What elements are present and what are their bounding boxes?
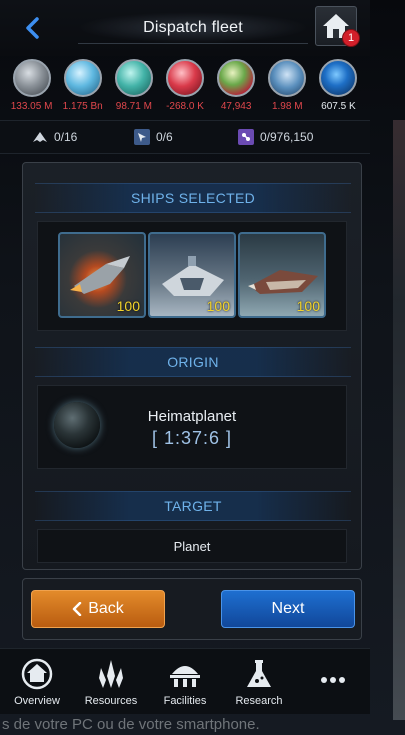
target-box[interactable]: Planet: [37, 529, 347, 563]
next-button[interactable]: Next: [221, 590, 355, 628]
fleet-counters: 0/16 0/6 0/976,150: [0, 120, 370, 154]
origin-coordinates: [ 1:37:6 ]: [151, 428, 233, 448]
resource-value: 98.71 M: [115, 101, 152, 112]
resource-value: -268.0 K: [166, 101, 204, 112]
resource-value: 47,943: [220, 101, 252, 112]
page-title-bar: Dispatch fleet: [78, 12, 308, 44]
resource-value: 1.98 M: [271, 101, 303, 112]
fleet-slots: 0/16: [32, 129, 77, 145]
ship-card[interactable]: 100: [58, 232, 146, 318]
ship-card[interactable]: 100: [238, 232, 326, 318]
nav-item-more[interactable]: [298, 663, 368, 701]
origin-header: ORIGIN: [35, 347, 351, 377]
chevron-left-icon: [72, 602, 82, 616]
cargo-capacity: 0/976,150: [238, 129, 313, 145]
nav-item-research[interactable]: Research: [224, 657, 294, 707]
cargo-value: 0/976,150: [260, 130, 314, 144]
metal-icon: [12, 59, 51, 97]
cargo-icon: [238, 129, 254, 145]
bottom-navigation: Overview Resources Facilities Research: [0, 648, 370, 714]
background-page-text: s de votre PC ou de votre smartphone.: [2, 716, 260, 733]
ship-quantity: 100: [296, 298, 320, 314]
background-strip: [393, 120, 405, 720]
origin-box[interactable]: Heimatplanet [ 1:37:6 ]: [37, 385, 347, 469]
next-button-label: Next: [271, 600, 305, 617]
more-icon: [316, 663, 350, 697]
resources-crystal-icon: [94, 657, 128, 691]
resource-dark-matter[interactable]: 607.5 K: [315, 56, 361, 118]
origin-planet-name: Heimatplanet: [147, 408, 237, 425]
ship-card[interactable]: 100: [148, 232, 236, 318]
resource-value: 133.05 M: [10, 101, 53, 112]
resource-metal[interactable]: 133.05 M: [9, 56, 55, 118]
ship-list: 100 100 100: [38, 222, 346, 328]
resource-bar: 133.05 M 1.175 Bn 98.71 M -268.0 K 47,94…: [0, 56, 370, 118]
back-button-label: Back: [88, 600, 124, 617]
page-title: Dispatch fleet: [143, 18, 243, 36]
target-header: TARGET: [35, 491, 351, 521]
nav-item-facilities[interactable]: Facilities: [150, 657, 220, 707]
origin-title: ORIGIN: [167, 354, 219, 370]
resource-deuterium[interactable]: 98.71 M: [111, 56, 157, 118]
crystal-icon: [63, 59, 102, 97]
planet-icon: [54, 402, 100, 448]
resource-crystal[interactable]: 1.175 Bn: [60, 56, 106, 118]
target-title: TARGET: [164, 498, 222, 514]
resource-population[interactable]: 1.98 M: [264, 56, 310, 118]
nav-label: Research: [235, 694, 283, 707]
back-arrow-icon[interactable]: [22, 16, 42, 40]
expedition-slots-value: 0/6: [156, 130, 173, 144]
resource-energy[interactable]: -268.0 K: [162, 56, 208, 118]
nav-item-overview[interactable]: Overview: [2, 657, 72, 707]
ship-quantity: 100: [206, 298, 230, 314]
notification-badge: 1: [342, 29, 360, 47]
nav-item-resources[interactable]: Resources: [76, 657, 146, 707]
ships-selected-header: SHIPS SELECTED: [35, 183, 351, 213]
dispatch-panel: SHIPS SELECTED 100 100 100 ORIGIN Heimat…: [22, 162, 362, 570]
facilities-building-icon: [168, 657, 202, 691]
expedition-icon: [134, 129, 150, 145]
header: Dispatch fleet 1: [0, 0, 370, 56]
nav-label: Overview: [14, 694, 60, 707]
action-buttons-panel: Back Next: [22, 578, 362, 640]
resource-value: 607.5 K: [321, 101, 356, 112]
ships-selected-box: 100 100 100: [37, 221, 347, 331]
expedition-slots: 0/6: [134, 129, 173, 145]
home-button[interactable]: 1: [315, 6, 360, 47]
population-icon: [268, 59, 307, 97]
nav-label: Resources: [84, 694, 138, 707]
energy-icon: [165, 59, 204, 97]
resource-value: 1.175 Bn: [62, 101, 103, 112]
resource-food[interactable]: 47,943: [213, 56, 259, 118]
dark-matter-icon: [319, 59, 358, 97]
overview-planet-icon: [20, 657, 54, 691]
fleet-ship-icon: [32, 129, 48, 145]
back-button[interactable]: Back: [31, 590, 165, 628]
research-flask-icon: [242, 657, 276, 691]
ships-selected-title: SHIPS SELECTED: [130, 190, 255, 206]
target-type: Planet: [173, 538, 211, 554]
food-icon: [217, 59, 256, 97]
ship-quantity: 100: [116, 298, 140, 314]
nav-label: Facilities: [163, 694, 207, 707]
deuterium-icon: [114, 59, 153, 97]
fleet-slots-value: 0/16: [54, 130, 78, 144]
